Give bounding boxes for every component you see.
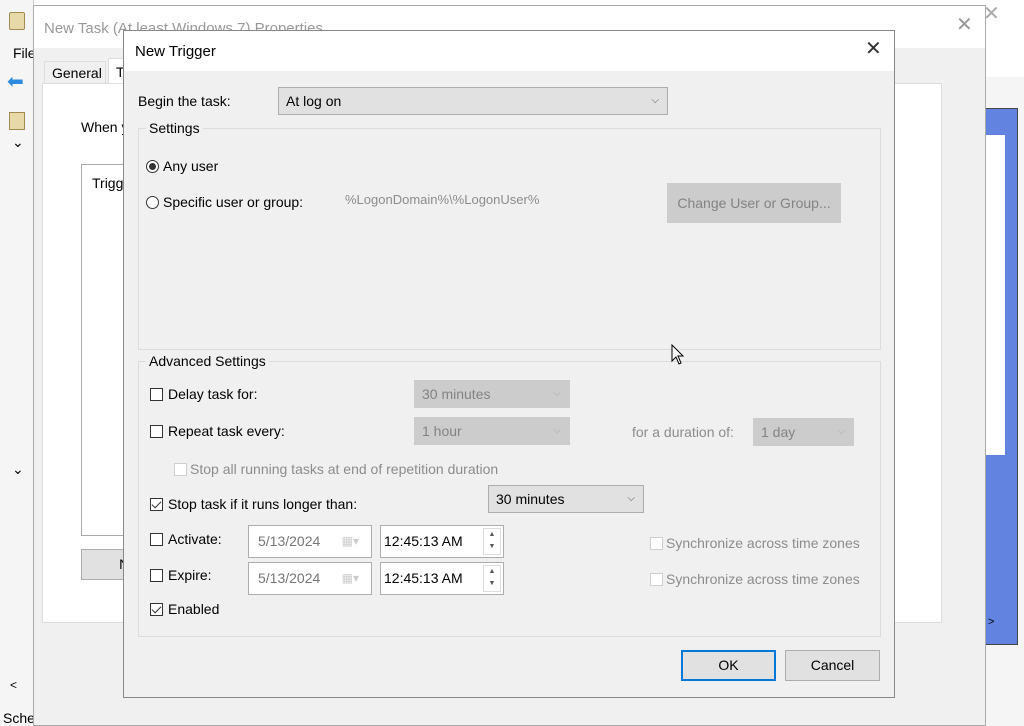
any-user-radio[interactable]: [146, 160, 159, 173]
any-user-label: Any user: [163, 158, 219, 174]
begin-label: Begin the task:: [138, 93, 231, 109]
calendar-icon[interactable]: ▦▾: [342, 563, 359, 594]
stop-all-label: Stop all running tasks at end of repetit…: [190, 461, 499, 477]
chevron-down-icon: ⌵: [553, 388, 561, 399]
expire-checkbox[interactable]: [150, 569, 163, 582]
expire-sync-checkbox[interactable]: [650, 573, 663, 586]
tab-general[interactable]: General: [44, 61, 106, 84]
close-icon[interactable]: ✕: [956, 15, 973, 35]
specific-user-value: %LogonDomain%\%LogonUser%: [345, 192, 540, 207]
expire-sync-label: Synchronize across time zones: [666, 571, 860, 587]
expire-time-field[interactable]: 12:45:13 AM ▲ ▼: [380, 562, 504, 595]
activate-date-picker[interactable]: 5/13/2024 ▦▾: [248, 525, 372, 558]
scroll-right-button[interactable]: >: [988, 614, 994, 630]
specific-user-label: Specific user or group:: [163, 194, 304, 210]
status-text: Sche: [3, 710, 35, 726]
settings-group: [138, 128, 881, 350]
stop-task-label: Stop task if it runs longer than:: [168, 496, 358, 512]
chevron-down-icon: ⌵: [627, 493, 635, 504]
cancel-button[interactable]: Cancel: [785, 650, 880, 681]
chevron-down-icon: ⌵: [651, 95, 659, 106]
chevron-down-icon[interactable]: ⌄: [12, 461, 24, 477]
delay-checkbox[interactable]: [150, 388, 163, 401]
specific-user-radio[interactable]: [146, 196, 159, 209]
enabled-checkbox[interactable]: [150, 603, 163, 616]
stop-task-select[interactable]: 30 minutes ⌵: [488, 485, 644, 513]
chevron-down-icon[interactable]: ⌄: [12, 134, 24, 150]
dialog-title: New Trigger: [135, 43, 216, 60]
advanced-label: Advanced Settings: [146, 353, 269, 369]
chevron-down-icon: ⌵: [837, 426, 845, 437]
scroll-left-button[interactable]: <: [10, 677, 17, 693]
enabled-label: Enabled: [168, 601, 220, 617]
activate-sync-checkbox[interactable]: [650, 537, 663, 550]
spinner-icon[interactable]: ▲ ▼: [483, 565, 501, 592]
calendar-icon[interactable]: ▦▾: [342, 526, 359, 557]
stop-task-checkbox[interactable]: [150, 498, 163, 511]
duration-select[interactable]: 1 day ⌵: [753, 418, 854, 446]
triggers-header: Trigg: [92, 175, 124, 191]
close-icon[interactable]: ✕: [865, 39, 882, 59]
back-arrow-icon[interactable]: ⬅: [7, 72, 24, 92]
activate-sync-label: Synchronize across time zones: [666, 535, 860, 551]
activate-time-field[interactable]: 12:45:13 AM ▲ ▼: [380, 525, 504, 558]
app-icon: [9, 12, 25, 30]
ok-button[interactable]: OK: [681, 650, 776, 681]
begin-task-select[interactable]: At log on ⌵: [278, 87, 668, 115]
settings-label: Settings: [146, 120, 203, 136]
task-icon: [9, 112, 25, 130]
chevron-down-icon: ⌵: [553, 425, 561, 436]
mouse-cursor-icon: [671, 344, 685, 365]
expire-label: Expire:: [168, 567, 212, 583]
repeat-checkbox[interactable]: [150, 425, 163, 438]
duration-label: for a duration of:: [632, 424, 734, 440]
activate-label: Activate:: [168, 531, 222, 547]
spinner-icon[interactable]: ▲ ▼: [483, 528, 501, 555]
activate-checkbox[interactable]: [150, 533, 163, 546]
expire-date-picker[interactable]: 5/13/2024 ▦▾: [248, 562, 372, 595]
change-user-button[interactable]: Change User or Group...: [667, 183, 841, 223]
repeat-label: Repeat task every:: [168, 423, 285, 439]
delay-select[interactable]: 30 minutes ⌵: [414, 380, 570, 408]
stop-all-checkbox[interactable]: [174, 463, 187, 476]
intro-text: When y: [81, 119, 129, 135]
repeat-select[interactable]: 1 hour ⌵: [414, 417, 570, 445]
delay-label: Delay task for:: [168, 386, 258, 402]
